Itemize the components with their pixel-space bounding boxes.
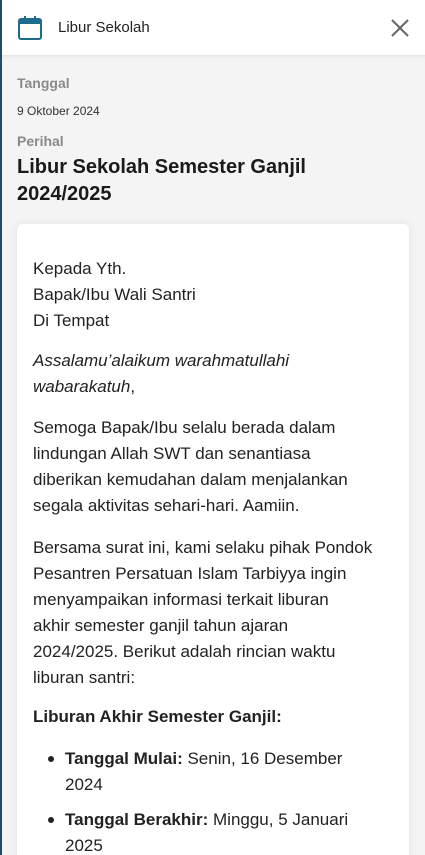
subject-title: Libur Sekolah Semester Ganjil 2024/2025	[17, 154, 407, 208]
greeting: Kepada Yth. Bapak/Ibu Wali Santri Di Tem…	[33, 259, 196, 330]
bullet-dot	[48, 756, 54, 762]
section-heading: Liburan Akhir Semester Ganjil:	[33, 707, 282, 726]
list-item: Tanggal Mulai: Senin, 16 Desember 2024	[65, 749, 343, 794]
list-item: Tanggal Berakhir: Minggu, 5 Januari 2025	[65, 810, 349, 855]
paragraph-1: Semoga Bapak/Ibu selalu berada dalam lin…	[33, 418, 348, 515]
date-label: Tanggal	[17, 75, 70, 91]
subject-label: Perihal	[17, 133, 64, 149]
paragraph-2: Bersama surat ini, kami selaku pihak Pon…	[33, 538, 373, 687]
subject-line-2: 2024/2025	[17, 183, 112, 205]
app-header: Libur Sekolah	[2, 0, 425, 56]
date-value: 9 Oktober 2024	[17, 104, 100, 118]
left-edge-border	[0, 0, 2, 855]
close-icon[interactable]	[389, 17, 411, 39]
subject-line-1: Libur Sekolah Semester Ganjil	[17, 156, 306, 178]
salam: Assalamu’alaikum warahmatullahi wabaraka…	[33, 351, 290, 396]
header-title: Libur Sekolah	[58, 19, 150, 36]
calendar-icon	[18, 16, 42, 40]
bullet-dot	[48, 817, 54, 823]
